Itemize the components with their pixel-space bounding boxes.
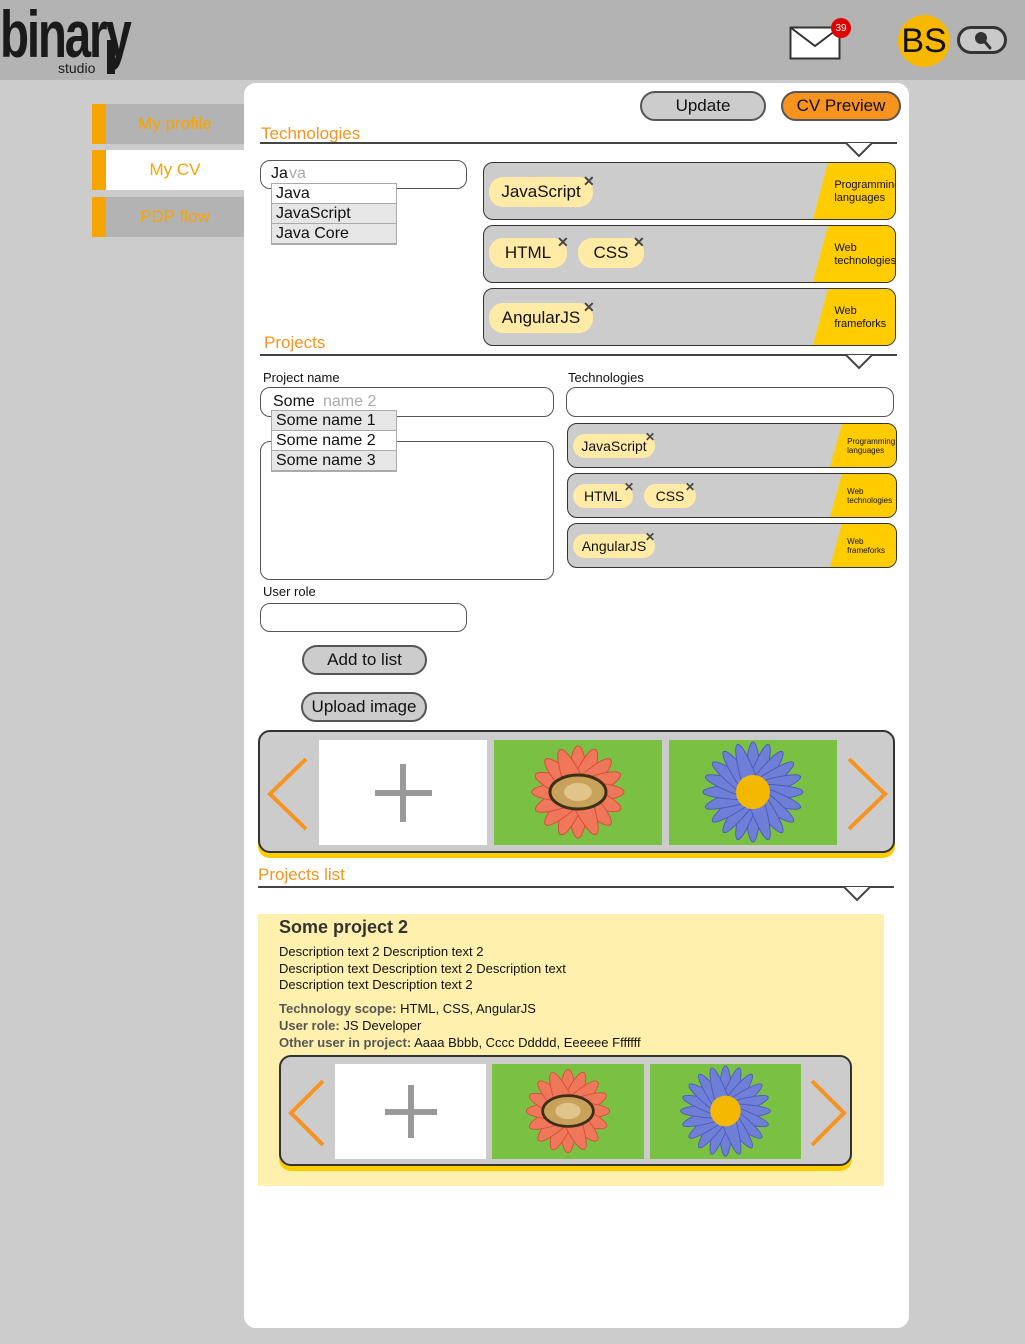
close-icon[interactable]: ✕: [624, 480, 634, 494]
tech-scope-value: HTML, CSS, AngularJS: [400, 1001, 536, 1016]
arrow-left-icon[interactable]: [287, 1079, 327, 1147]
user-role-row: User role: JS Developer: [279, 1017, 641, 1034]
project-technologies-input[interactable]: [566, 387, 894, 417]
close-icon[interactable]: ✕: [645, 530, 655, 544]
add-to-list-button[interactable]: Add to list: [302, 645, 427, 675]
section-divider: [260, 142, 897, 144]
flower-image-red[interactable]: [492, 1064, 644, 1159]
projects-list-section-title: Projects list: [258, 865, 345, 884]
tag-category: Web frameforks: [830, 524, 896, 567]
projects-section-title: Projects: [264, 333, 326, 352]
tag-category: Web technologies: [830, 474, 896, 517]
user-role-label: User role: [263, 584, 316, 599]
close-icon[interactable]: ✕: [583, 299, 595, 316]
tag-group-web-technologies: Web technologies HTML ✕ CSS ✕: [483, 225, 896, 283]
top-header: [0, 0, 1025, 80]
flower-image-red[interactable]: [494, 740, 662, 845]
tag-group-programming-languages: Programming languages JavaScript ✕: [483, 162, 896, 220]
technologies-section-title: Technologies: [261, 124, 361, 143]
tag-group-web-frameworks: Web frameforks AngularJS ✕: [483, 288, 896, 346]
tag-category: Programming languages: [813, 163, 895, 219]
plus-icon: [385, 1085, 437, 1138]
plus-icon: [375, 764, 432, 822]
tag-chip: JavaScript: [489, 177, 593, 207]
avatar[interactable]: BS: [898, 15, 950, 67]
flower-image-blue[interactable]: [650, 1064, 801, 1159]
suggestion-item[interactable]: Some name 2: [272, 431, 396, 451]
add-image-slot[interactable]: [319, 740, 487, 845]
project-card-meta: Technology scope: HTML, CSS, AngularJS U…: [279, 1000, 641, 1051]
logo-bar: [107, 40, 115, 74]
suggestion-item[interactable]: Java Core: [272, 224, 396, 244]
chevron-down-icon[interactable]: [845, 142, 873, 158]
tag-chip: AngularJS: [489, 303, 593, 333]
suggestion-item[interactable]: Some name 3: [272, 451, 396, 471]
suggestion-item[interactable]: Java: [272, 184, 396, 204]
project-name-label: Project name: [263, 370, 340, 385]
typed-text: Ja: [271, 165, 288, 182]
technology-suggestions: Java JavaScript Java Core: [271, 183, 397, 245]
section-divider: [260, 354, 897, 356]
section-divider: [258, 886, 894, 888]
search-button[interactable]: [957, 26, 1007, 54]
mail-count-badge: 39: [831, 18, 851, 38]
description-line: Description text Description text 2 Desc…: [279, 960, 566, 976]
autocomplete-hint: name 2: [323, 393, 377, 410]
tag-chip: JavaScript: [573, 434, 655, 458]
description-line: Description text 2 Description text 2: [279, 944, 484, 959]
user-role-value: JS Developer: [343, 1018, 422, 1033]
sidebar-item-pdp-flow[interactable]: PDP flow: [92, 197, 244, 237]
close-icon[interactable]: ✕: [583, 173, 595, 190]
flower-image-blue[interactable]: [669, 740, 837, 845]
search-icon: [975, 32, 992, 50]
project-image-carousel: [279, 1055, 852, 1166]
user-role-input[interactable]: [260, 603, 467, 632]
project-tag-group-programming-languages: Programming languages JavaScript ✕: [567, 423, 897, 468]
other-users-value: Aaaa Bbbb, Cccc Ddddd, Eeeeee Fffffff: [414, 1035, 641, 1050]
project-card-title: Some project 2: [279, 917, 409, 937]
close-icon[interactable]: ✕: [685, 480, 695, 494]
arrow-left-icon[interactable]: [266, 757, 310, 831]
tag-category: Web frameforks: [813, 289, 895, 345]
tag-chip: AngularJS: [573, 534, 655, 558]
autocomplete-hint: va: [289, 165, 306, 182]
close-icon[interactable]: ✕: [645, 430, 655, 444]
add-image-slot[interactable]: [335, 1064, 486, 1159]
other-users-key: Other user in project:: [279, 1035, 412, 1050]
user-role-key: User role:: [279, 1018, 340, 1033]
project-tag-group-web-frameworks: Web frameforks AngularJS ✕: [567, 523, 897, 568]
tech-scope-key: Technology scope:: [279, 1001, 397, 1016]
cv-preview-button[interactable]: CV Preview: [781, 91, 901, 121]
sidebar-item-my-cv[interactable]: My CV: [92, 150, 244, 190]
tech-scope-row: Technology scope: HTML, CSS, AngularJS: [279, 1000, 641, 1017]
sidebar-item-my-profile[interactable]: My profile: [92, 104, 244, 144]
typed-text: Some: [273, 393, 315, 410]
logo-subtitle: studio: [58, 60, 96, 76]
update-button[interactable]: Update: [640, 91, 766, 121]
image-carousel: [258, 730, 895, 853]
project-card-description: Description text 2 Description text 2 De…: [279, 944, 566, 994]
arrow-right-icon[interactable]: [808, 1079, 848, 1147]
description-line: Description text Description text 2: [279, 977, 473, 992]
tag-chip: HTML: [489, 238, 567, 268]
suggestion-item[interactable]: JavaScript: [272, 204, 396, 224]
upload-image-button[interactable]: Upload image: [301, 692, 427, 722]
project-name-suggestions: Some name 1 Some name 2 Some name 3: [271, 410, 397, 472]
close-icon[interactable]: ✕: [557, 234, 569, 251]
other-users-row: Other user in project: Aaaa Bbbb, Cccc D…: [279, 1034, 641, 1051]
chevron-down-icon[interactable]: [845, 354, 873, 370]
suggestion-item[interactable]: Some name 1: [272, 411, 396, 431]
tag-category: Programming languages: [830, 424, 896, 467]
arrow-right-icon[interactable]: [845, 757, 889, 831]
close-icon[interactable]: ✕: [633, 234, 645, 251]
project-tag-group-web-technologies: Web technologies HTML ✕ CSS ✕: [567, 473, 897, 518]
chevron-down-icon[interactable]: [843, 886, 871, 902]
project-technologies-label: Technologies: [568, 370, 644, 385]
tag-category: Web technologies: [813, 226, 895, 282]
